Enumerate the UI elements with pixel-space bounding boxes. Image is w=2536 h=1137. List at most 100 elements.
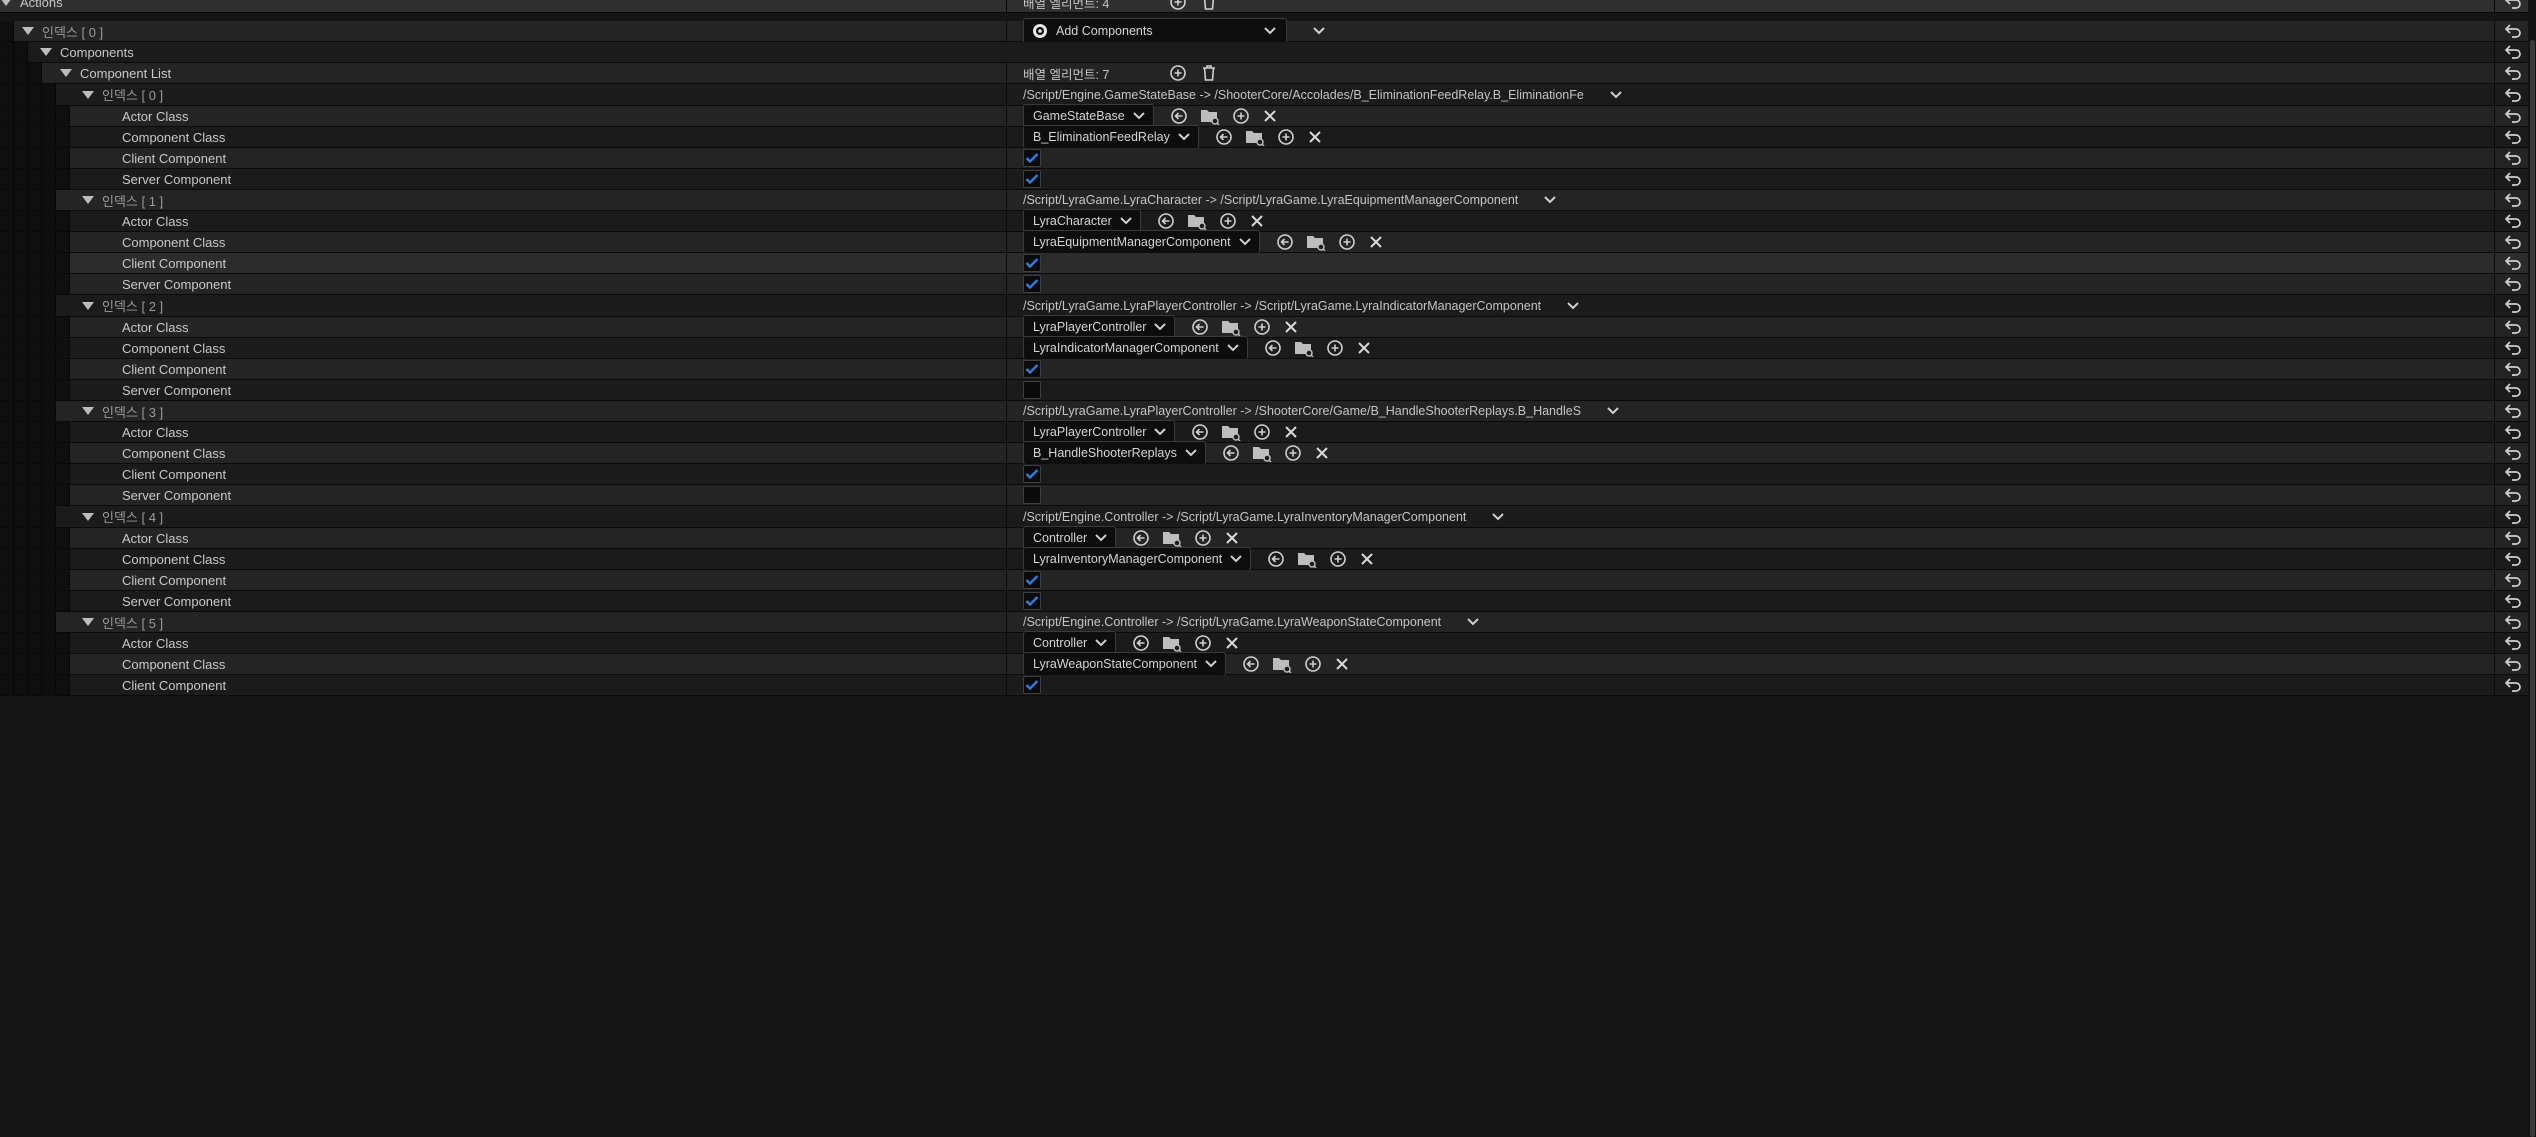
entry-2-row-name[interactable]: 인덱스 [ 2 ] xyxy=(82,295,163,316)
chevron-down-icon[interactable] xyxy=(1095,639,1107,647)
add-components-dropdown[interactable]: Add Components xyxy=(1023,18,1287,44)
scrollbar-thumb[interactable] xyxy=(2530,40,2535,1137)
reset-to-default-icon[interactable] xyxy=(2504,530,2522,551)
chevron-down-icon[interactable] xyxy=(1264,27,1276,35)
chevron-down-icon[interactable] xyxy=(1610,90,1622,99)
reset-to-default-icon[interactable] xyxy=(2504,319,2522,340)
chevron-down-icon[interactable] xyxy=(1205,660,1217,668)
chevron-down-icon[interactable] xyxy=(1567,301,1579,310)
expand-triangle-icon[interactable] xyxy=(22,27,42,35)
clear-icon[interactable] xyxy=(1283,424,1299,440)
browse-folder-icon[interactable] xyxy=(1162,634,1182,652)
browse-folder-icon[interactable] xyxy=(1297,550,1317,568)
browse-folder-icon[interactable] xyxy=(1306,233,1326,251)
add-new-icon[interactable] xyxy=(1253,423,1271,441)
add-new-icon[interactable] xyxy=(1253,318,1271,336)
components-row-name[interactable]: Components xyxy=(40,42,134,62)
reset-to-default-icon[interactable] xyxy=(2504,108,2522,129)
component-class-picker[interactable]: LyraIndicatorManagerComponent xyxy=(1023,336,1248,360)
component-class-picker[interactable]: LyraInventoryManagerComponent xyxy=(1023,547,1252,571)
add-element-icon[interactable] xyxy=(1169,0,1187,11)
reset-to-default-icon[interactable] xyxy=(2504,424,2522,445)
reset-to-default-icon[interactable] xyxy=(2504,677,2522,698)
expand-triangle-icon[interactable] xyxy=(40,48,60,56)
add-new-icon[interactable] xyxy=(1304,655,1322,673)
component-list-row-name[interactable]: Component List xyxy=(60,63,171,83)
use-selected-icon[interactable] xyxy=(1267,550,1285,568)
reset-to-default-icon[interactable] xyxy=(2504,361,2522,382)
expand-triangle-icon[interactable] xyxy=(82,618,102,626)
delete-all-icon[interactable] xyxy=(1201,64,1217,82)
expand-triangle-icon[interactable] xyxy=(60,69,80,77)
chevron-down-icon[interactable] xyxy=(1230,555,1242,563)
expand-triangle-icon[interactable] xyxy=(82,512,102,521)
clear-icon[interactable] xyxy=(1334,656,1350,672)
add-new-icon[interactable] xyxy=(1338,233,1356,251)
server-component-checkbox[interactable] xyxy=(1023,170,1041,188)
use-selected-icon[interactable] xyxy=(1157,212,1175,230)
add-new-icon[interactable] xyxy=(1194,634,1212,652)
entry-0-row-name[interactable]: 인덱스 [ 0 ] xyxy=(82,84,163,105)
clear-icon[interactable] xyxy=(1359,551,1375,567)
add-new-icon[interactable] xyxy=(1219,212,1237,230)
browse-folder-icon[interactable] xyxy=(1221,318,1242,336)
server-component-checkbox[interactable] xyxy=(1023,381,1041,399)
reset-to-default-icon[interactable] xyxy=(2504,509,2522,530)
reset-to-default-icon[interactable] xyxy=(2504,234,2522,255)
vertical-scrollbar[interactable] xyxy=(2528,0,2536,1137)
chevron-down-icon[interactable] xyxy=(1154,323,1167,331)
reset-to-default-icon[interactable] xyxy=(2504,23,2522,44)
entry-1-row-name[interactable]: 인덱스 [ 1 ] xyxy=(82,190,163,210)
client-component-checkbox[interactable] xyxy=(1023,360,1041,378)
reset-to-default-icon[interactable] xyxy=(2504,445,2522,466)
browse-folder-icon[interactable] xyxy=(1252,444,1272,462)
reset-to-default-icon[interactable] xyxy=(2504,593,2522,614)
reset-to-default-icon[interactable] xyxy=(2504,298,2522,319)
expand-triangle-icon[interactable] xyxy=(0,0,20,6)
chevron-down-icon[interactable] xyxy=(1185,449,1197,457)
reset-to-default-icon[interactable] xyxy=(2504,129,2522,150)
reset-to-default-icon[interactable] xyxy=(2504,635,2522,656)
server-component-checkbox[interactable] xyxy=(1023,592,1041,610)
use-selected-icon[interactable] xyxy=(1191,423,1209,441)
use-selected-icon[interactable] xyxy=(1215,128,1233,146)
actions-row-name[interactable]: Actions xyxy=(0,0,63,12)
reset-to-default-icon[interactable] xyxy=(2504,487,2522,508)
reset-to-default-icon[interactable] xyxy=(2504,614,2522,635)
reset-to-default-icon[interactable] xyxy=(2504,87,2522,108)
component-class-picker[interactable]: B_EliminationFeedRelay xyxy=(1023,125,1199,149)
reset-to-default-icon[interactable] xyxy=(2504,276,2522,297)
expand-triangle-icon[interactable] xyxy=(82,301,102,310)
reset-to-default-icon[interactable] xyxy=(2504,656,2522,677)
add-new-icon[interactable] xyxy=(1232,107,1250,125)
browse-folder-icon[interactable] xyxy=(1294,339,1314,357)
component-class-picker[interactable]: B_HandleShooterReplays xyxy=(1023,441,1206,465)
expand-triangle-icon[interactable] xyxy=(82,407,102,415)
reset-to-default-icon[interactable] xyxy=(2504,551,2522,572)
reset-to-default-icon[interactable] xyxy=(2504,382,2522,403)
reset-to-default-icon[interactable] xyxy=(2504,572,2522,593)
add-new-icon[interactable] xyxy=(1284,444,1302,462)
add-new-icon[interactable] xyxy=(1194,529,1212,547)
chevron-down-icon[interactable] xyxy=(1120,217,1132,225)
reset-to-default-icon[interactable] xyxy=(2504,44,2522,65)
browse-folder-icon[interactable] xyxy=(1162,529,1182,547)
entry-4-row-name[interactable]: 인덱스 [ 4 ] xyxy=(82,506,163,527)
reset-to-default-icon[interactable] xyxy=(2504,192,2522,213)
component-class-picker[interactable]: LyraEquipmentManagerComponent xyxy=(1023,230,1260,254)
add-new-icon[interactable] xyxy=(1277,128,1295,146)
reset-to-default-icon[interactable] xyxy=(2504,403,2522,424)
chevron-down-icon[interactable] xyxy=(1238,238,1251,246)
browse-folder-icon[interactable] xyxy=(1245,128,1265,146)
add-new-icon[interactable] xyxy=(1329,550,1347,568)
use-selected-icon[interactable] xyxy=(1132,634,1150,652)
component-class-picker[interactable]: LyraWeaponStateComponent xyxy=(1023,652,1226,676)
client-component-checkbox[interactable] xyxy=(1023,254,1041,272)
browse-folder-icon[interactable] xyxy=(1187,212,1207,230)
reset-to-default-icon[interactable] xyxy=(2504,213,2522,234)
clear-icon[interactable] xyxy=(1368,234,1384,250)
reset-to-default-icon[interactable] xyxy=(2504,65,2522,86)
clear-icon[interactable] xyxy=(1224,635,1240,651)
reset-to-default-icon[interactable] xyxy=(2504,255,2522,276)
clear-icon[interactable] xyxy=(1356,340,1372,356)
